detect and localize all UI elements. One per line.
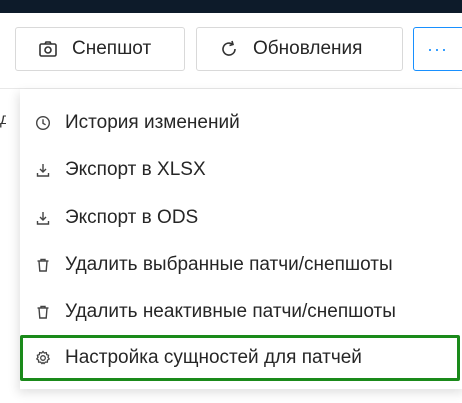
snapshot-button[interactable]: Снепшот bbox=[15, 27, 185, 71]
menu-item-export-xlsx[interactable]: Экспорт в XLSX bbox=[20, 147, 460, 193]
gear-icon bbox=[35, 350, 51, 366]
snapshot-button-label: Снепшот bbox=[72, 38, 152, 59]
sync-icon bbox=[219, 39, 239, 59]
menu-item-label: Настройка сущностей для патчей bbox=[65, 347, 362, 368]
menu-item-export-ods[interactable]: Экспорт в ODS bbox=[20, 195, 460, 241]
more-actions-dropdown: История изменений Экспорт в XLSX Экспорт… bbox=[20, 89, 462, 389]
more-actions-button[interactable]: ··· bbox=[413, 27, 462, 71]
download-icon bbox=[35, 210, 51, 226]
download-icon bbox=[35, 162, 51, 178]
camera-icon bbox=[38, 39, 58, 59]
clock-icon bbox=[35, 115, 51, 131]
top-navigation-bar bbox=[0, 0, 462, 13]
updates-button-label: Обновления bbox=[253, 38, 363, 59]
menu-item-label: Экспорт в XLSX bbox=[65, 159, 206, 180]
trash-icon bbox=[35, 257, 51, 273]
menu-item-label: Экспорт в ODS bbox=[65, 207, 199, 228]
menu-item-delete-selected[interactable]: Удалить выбранные патчи/снепшоты bbox=[20, 242, 460, 288]
menu-item-entity-settings[interactable]: Настройка сущностей для патчей bbox=[20, 335, 460, 381]
table-header-fragment: д bbox=[0, 111, 6, 128]
ellipsis-icon: ··· bbox=[427, 38, 448, 59]
menu-item-label: Удалить выбранные патчи/снепшоты bbox=[65, 254, 393, 275]
updates-button[interactable]: Обновления bbox=[196, 27, 403, 71]
menu-item-label: История изменений bbox=[65, 112, 240, 133]
menu-item-label: Удалить неактивные патчи/снепшоты bbox=[65, 301, 396, 322]
menu-item-delete-inactive[interactable]: Удалить неактивные патчи/снепшоты bbox=[20, 289, 460, 335]
trash-icon bbox=[35, 304, 51, 320]
menu-item-change-history[interactable]: История изменений bbox=[20, 100, 460, 146]
